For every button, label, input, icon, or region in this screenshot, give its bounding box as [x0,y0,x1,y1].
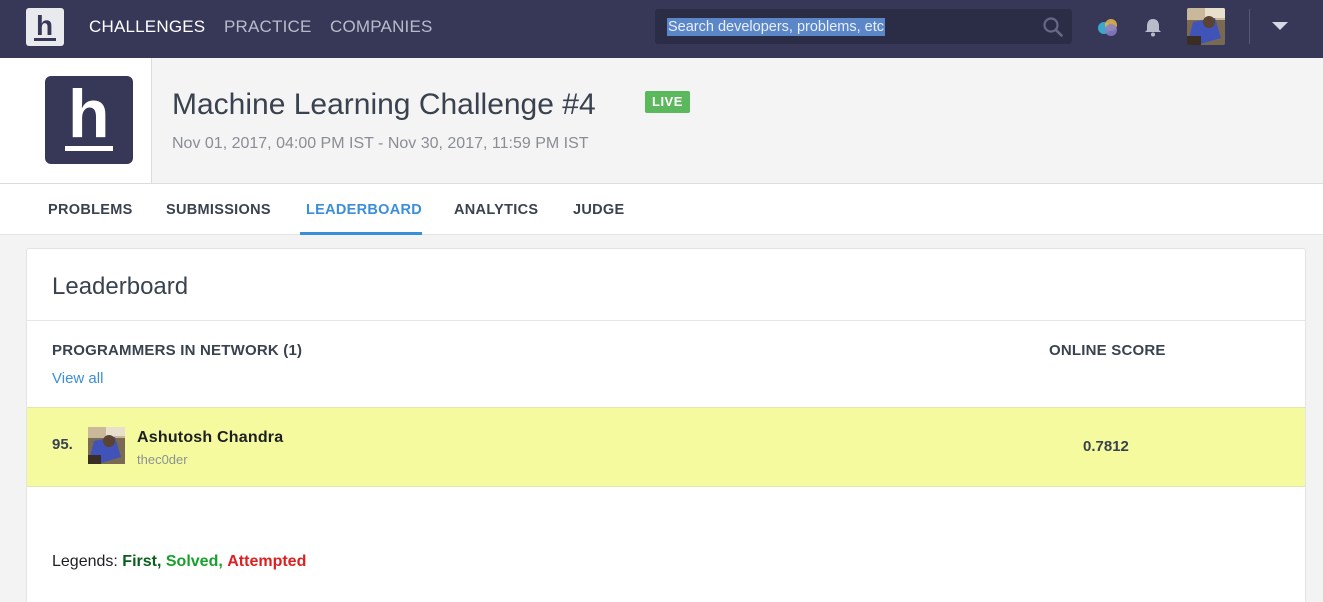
contest-logo-pane: h [0,58,152,183]
contest-title: Machine Learning Challenge #4 [172,88,596,121]
tab-judge[interactable]: JUDGE [573,201,624,219]
tab-problems[interactable]: PROBLEMS [48,201,133,219]
navbar-divider [1249,9,1250,44]
legend-first: First, [122,553,162,570]
logo-letter: h [36,10,54,41]
nav-companies-link[interactable]: COMPANIES [330,17,433,37]
top-navbar: h CHALLENGES PRACTICE COMPANIES Search d… [0,0,1323,58]
colorful-circles-icon[interactable] [1095,16,1121,38]
contest-logo-underline [65,146,113,151]
user-handle: thec0der [137,452,188,467]
contest-logo: h [45,76,133,164]
search-placeholder-text: Search developers, problems, etc [667,18,885,36]
legend-solved: Solved, [165,553,223,570]
tab-submissions[interactable]: SUBMISSIONS [166,201,271,219]
row-score: 0.7812 [1083,438,1129,455]
row-rank: 95. [52,436,73,453]
view-all-link[interactable]: View all [52,370,103,388]
hackerearth-logo[interactable]: h [26,8,64,46]
table-row[interactable]: 95. Ashutosh Chandra thec0der 0.7812 [27,407,1305,487]
network-column-header: PROGRAMMERS IN NETWORK (1) [52,342,303,359]
tab-leaderboard[interactable]: LEADERBOARD [306,201,422,219]
legend-attempted: Attempted [227,553,307,570]
user-name-link[interactable]: Ashutosh Chandra [137,429,283,447]
contest-header: h Machine Learning Challenge #4 LIVE Nov… [0,58,1323,184]
nav-challenges-link[interactable]: CHALLENGES [89,17,205,37]
live-status-badge: LIVE [645,91,690,113]
card-divider [27,320,1305,321]
legends: Legends: First, Solved, Attempted [52,553,306,571]
contest-tabs: PROBLEMS SUBMISSIONS LEADERBOARD ANALYTI… [0,184,1323,235]
contest-logo-letter: h [68,76,110,152]
bell-icon[interactable] [1143,16,1163,38]
leaderboard-card: Leaderboard PROGRAMMERS IN NETWORK (1) O… [26,248,1306,602]
user-avatar[interactable] [88,427,125,464]
contest-dates: Nov 01, 2017, 04:00 PM IST - Nov 30, 201… [172,135,589,152]
search-icon[interactable] [1042,16,1064,38]
logo-underline [34,38,56,41]
nav-practice-link[interactable]: PRACTICE [224,17,312,37]
active-tab-indicator [300,232,422,235]
leaderboard-title: Leaderboard [52,273,189,300]
legends-label: Legends: [52,553,118,570]
search-input[interactable]: Search developers, problems, etc [655,9,1072,44]
tab-analytics[interactable]: ANALYTICS [454,201,538,219]
user-avatar[interactable] [1187,8,1225,45]
score-column-header: ONLINE SCORE [1049,342,1166,359]
chevron-down-icon[interactable] [1272,22,1288,30]
